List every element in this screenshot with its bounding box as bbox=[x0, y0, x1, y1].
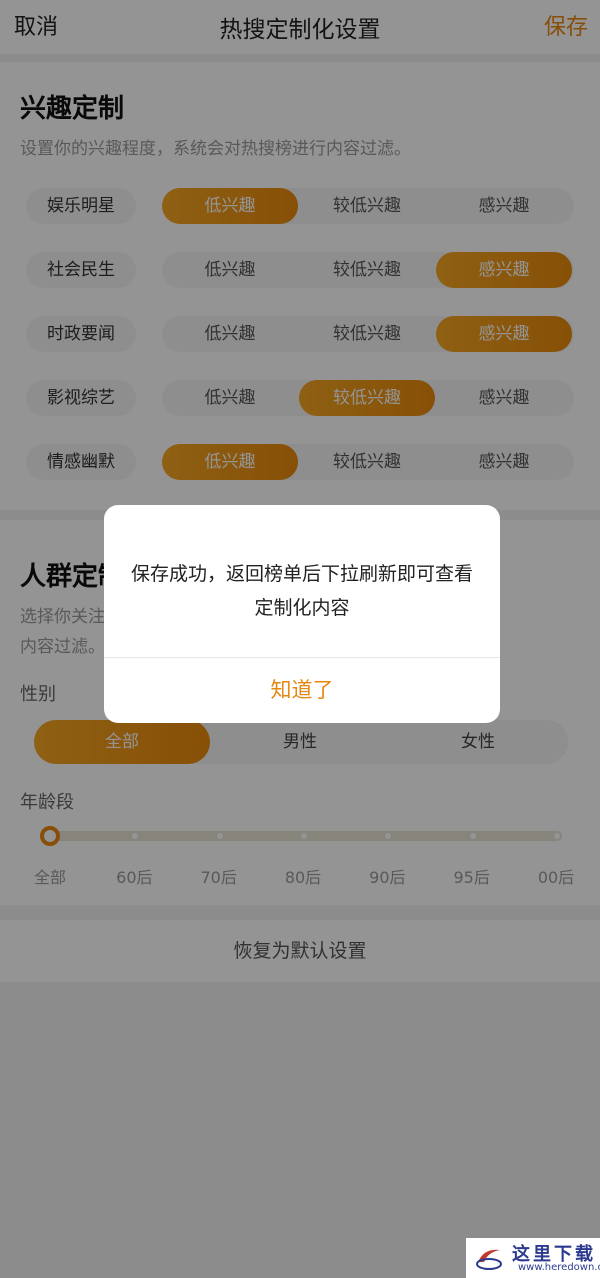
dialog-message: 保存成功，返回榜单后下拉刷新即可查看定制化内容 bbox=[130, 563, 473, 619]
watermark-url: www.heredown.com bbox=[518, 1262, 600, 1273]
settings-page: 取消 热搜定制化设置 保存 兴趣定制 设置你的兴趣程度，系统会对热搜榜进行内容过… bbox=[0, 0, 600, 1278]
success-dialog: 保存成功，返回榜单后下拉刷新即可查看定制化内容 知道了 bbox=[104, 505, 500, 723]
watermark: 这里下载 www.heredown.com bbox=[466, 1238, 600, 1278]
watermark-logo-icon bbox=[476, 1249, 502, 1270]
dialog-ok-button[interactable]: 知道了 bbox=[104, 658, 500, 723]
